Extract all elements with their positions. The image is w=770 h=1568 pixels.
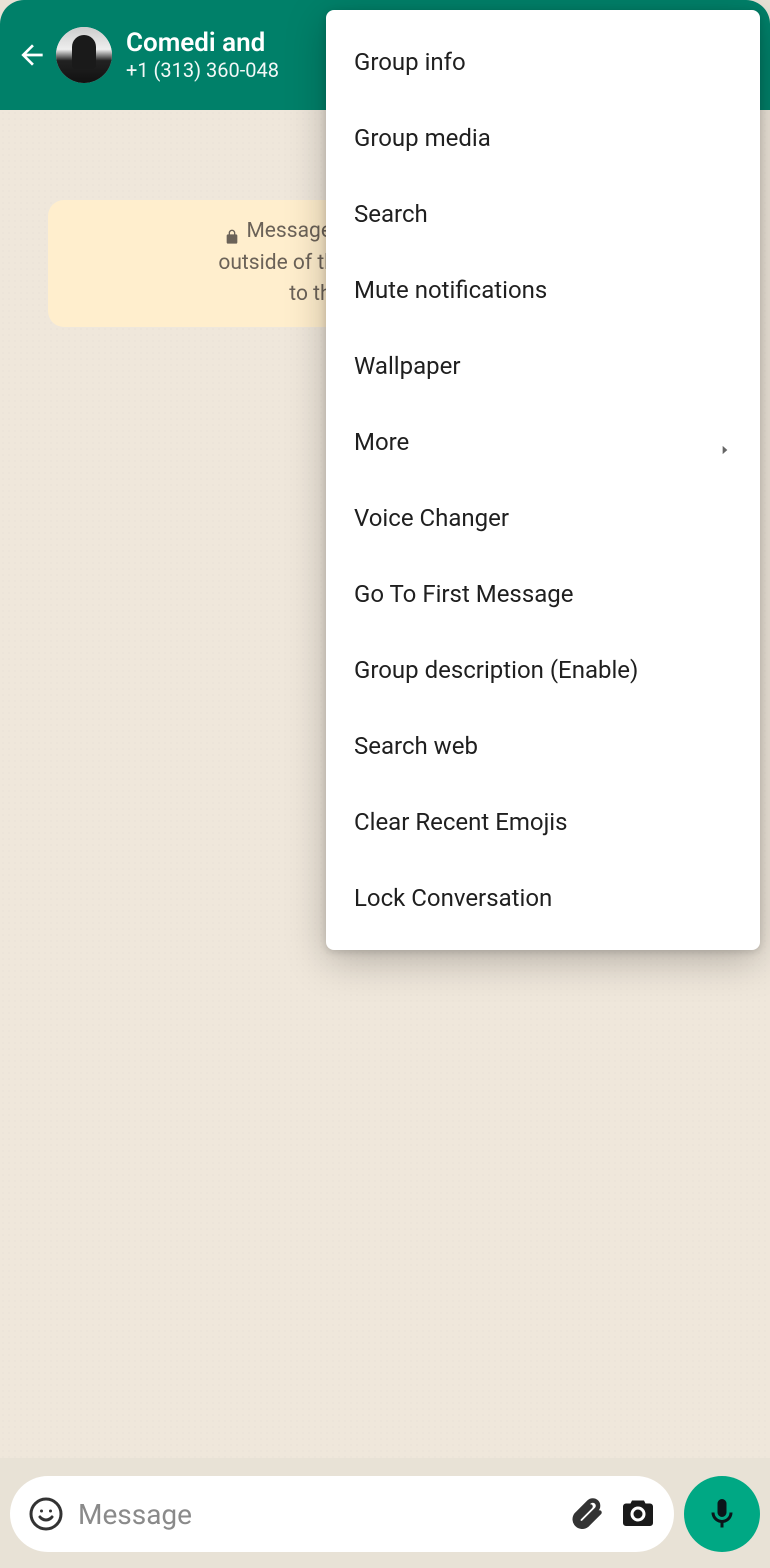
message-placeholder: Message bbox=[78, 1498, 554, 1531]
menu-label: Clear Recent Emojis bbox=[354, 808, 568, 836]
menu-label: Group info bbox=[354, 48, 466, 76]
back-button[interactable] bbox=[12, 35, 52, 75]
menu-label: Group media bbox=[354, 124, 491, 152]
message-input-bar: Message bbox=[10, 1476, 760, 1552]
menu-group-media[interactable]: Group media bbox=[326, 100, 760, 176]
menu-voice-changer[interactable]: Voice Changer bbox=[326, 480, 760, 556]
menu-label: Group description (Enable) bbox=[354, 656, 638, 684]
menu-label: Voice Changer bbox=[354, 504, 509, 532]
chevron-right-icon bbox=[718, 435, 732, 449]
menu-mute-notifications[interactable]: Mute notifications bbox=[326, 252, 760, 328]
menu-label: More bbox=[354, 428, 409, 456]
group-avatar[interactable] bbox=[56, 27, 112, 83]
options-menu: Group info Group media Search Mute notif… bbox=[326, 10, 760, 950]
menu-label: Mute notifications bbox=[354, 276, 547, 304]
lock-icon bbox=[224, 224, 240, 240]
menu-wallpaper[interactable]: Wallpaper bbox=[326, 328, 760, 404]
menu-clear-emojis[interactable]: Clear Recent Emojis bbox=[326, 784, 760, 860]
voice-record-button[interactable] bbox=[684, 1476, 760, 1552]
menu-search[interactable]: Search bbox=[326, 176, 760, 252]
menu-label: Lock Conversation bbox=[354, 884, 552, 912]
camera-icon[interactable] bbox=[618, 1494, 658, 1534]
menu-group-description[interactable]: Group description (Enable) bbox=[326, 632, 760, 708]
menu-lock-conversation[interactable]: Lock Conversation bbox=[326, 860, 760, 936]
menu-more[interactable]: More bbox=[326, 404, 760, 480]
menu-group-info[interactable]: Group info bbox=[326, 24, 760, 100]
menu-search-web[interactable]: Search web bbox=[326, 708, 760, 784]
menu-label: Search web bbox=[354, 732, 478, 760]
attachment-icon[interactable] bbox=[566, 1494, 606, 1534]
emoji-icon[interactable] bbox=[26, 1494, 66, 1534]
menu-label: Search bbox=[354, 200, 428, 228]
menu-label: Wallpaper bbox=[354, 352, 461, 380]
message-input-field[interactable]: Message bbox=[10, 1476, 674, 1552]
menu-label: Go To First Message bbox=[354, 580, 573, 608]
menu-first-message[interactable]: Go To First Message bbox=[326, 556, 760, 632]
